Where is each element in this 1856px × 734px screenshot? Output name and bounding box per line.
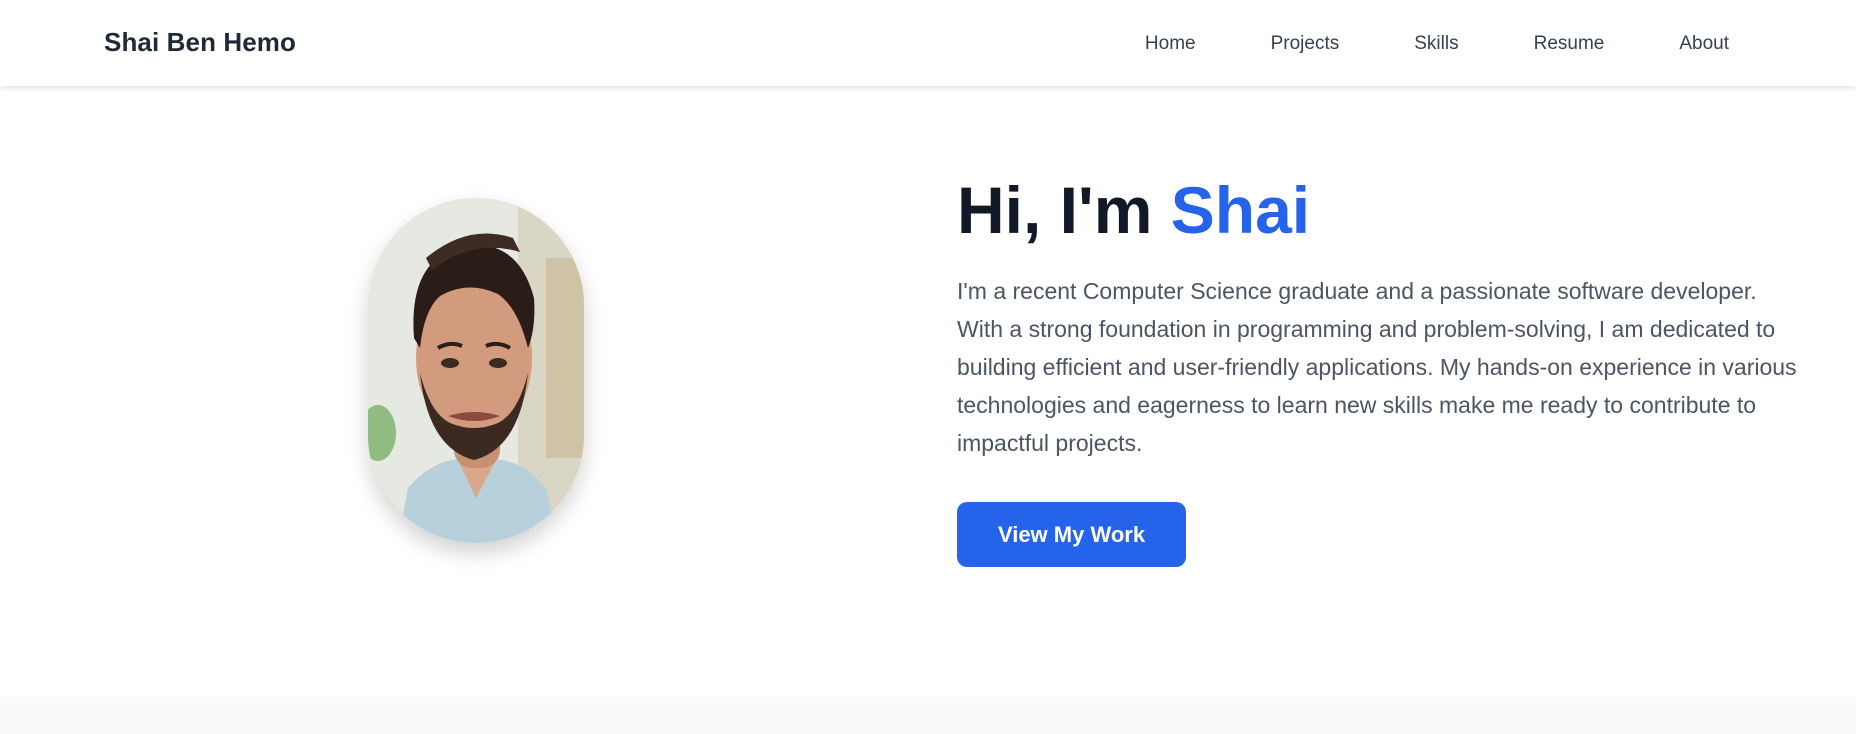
brand-logo[interactable]: Shai Ben Hemo [104,27,296,58]
nav-link-home[interactable]: Home [1145,33,1196,55]
next-section-strip [0,697,1856,734]
profile-photo [368,198,584,543]
nav-link-projects[interactable]: Projects [1271,33,1340,55]
nav-links: Home Projects Skills Resume About [1145,33,1729,55]
hero-heading: Hi, I'm Shai [957,170,1310,250]
hero-intro-text: I'm a recent Computer Science graduate a… [957,278,1797,456]
profile-portrait-illustration [368,198,584,543]
top-navbar: Shai Ben Hemo Home Projects Skills Resum… [0,0,1856,86]
view-my-work-button[interactable]: View My Work [957,502,1186,567]
hero-name: Shai [1170,173,1311,247]
nav-link-skills[interactable]: Skills [1414,33,1458,55]
hero-greeting: Hi, I'm [957,173,1171,247]
nav-link-resume[interactable]: Resume [1534,33,1605,55]
nav-link-about[interactable]: About [1679,33,1729,55]
